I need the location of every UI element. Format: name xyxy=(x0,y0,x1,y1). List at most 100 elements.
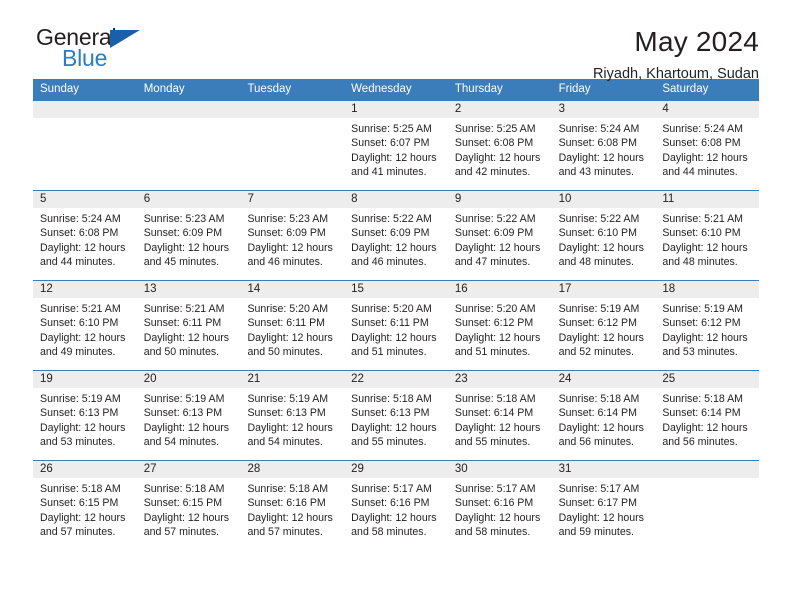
daylight-text-line1: Daylight: 12 hours xyxy=(454,241,541,254)
daylight-text-line2: and 56 minutes. xyxy=(558,436,634,449)
day-cell[interactable]: 29 Sunrise: 5:17 AM Sunset: 6:16 PM Dayl… xyxy=(344,461,448,550)
day-cell[interactable]: 6 Sunrise: 5:23 AM Sunset: 6:09 PM Dayli… xyxy=(136,191,241,280)
week-row: 12 Sunrise: 5:21 AM Sunset: 6:10 PM Dayl… xyxy=(33,280,760,370)
day-number xyxy=(33,101,137,118)
day-cell[interactable]: 25 Sunrise: 5:18 AM Sunset: 6:14 PM Dayl… xyxy=(655,371,760,460)
day-number: 21 xyxy=(240,371,345,388)
day-number: 7 xyxy=(240,191,345,208)
day-cell[interactable]: 26 Sunrise: 5:18 AM Sunset: 6:15 PM Dayl… xyxy=(33,461,137,550)
day-cell[interactable]: 31 Sunrise: 5:17 AM Sunset: 6:17 PM Dayl… xyxy=(551,461,656,550)
day-cell[interactable]: 23 Sunrise: 5:18 AM Sunset: 6:14 PM Dayl… xyxy=(447,371,552,460)
sunrise-text: Sunrise: 5:18 AM xyxy=(662,393,743,405)
day-cell[interactable]: 20 Sunrise: 5:19 AM Sunset: 6:13 PM Dayl… xyxy=(136,371,241,460)
day-cell[interactable]: 8 Sunrise: 5:22 AM Sunset: 6:09 PM Dayli… xyxy=(344,191,448,280)
daylight-text-line2: and 43 minutes. xyxy=(558,166,634,179)
daylight-text-line1: Daylight: 12 hours xyxy=(40,511,126,524)
sunrise-text: Sunrise: 5:21 AM xyxy=(143,303,225,315)
day-cell[interactable]: 30 Sunrise: 5:17 AM Sunset: 6:16 PM Dayl… xyxy=(447,461,552,550)
sunrise-text: Sunrise: 5:19 AM xyxy=(247,393,329,405)
sunset-text: Sunset: 6:13 PM xyxy=(351,407,430,420)
day-cell[interactable]: 1 Sunrise: 5:25 AM Sunset: 6:07 PM Dayli… xyxy=(344,101,448,190)
weekday-sunday: Sunday xyxy=(40,83,80,95)
day-cell[interactable]: 9 Sunrise: 5:22 AM Sunset: 6:09 PM Dayli… xyxy=(447,191,552,280)
day-cell[interactable]: 2 Sunrise: 5:25 AM Sunset: 6:08 PM Dayli… xyxy=(447,101,552,190)
day-number: 30 xyxy=(447,461,552,478)
day-cell[interactable] xyxy=(240,101,345,190)
sunrise-text: Sunrise: 5:20 AM xyxy=(247,303,329,315)
day-details: Sunrise: 5:18 AM Sunset: 6:13 PM Dayligh… xyxy=(344,388,448,450)
day-details: Sunrise: 5:19 AM Sunset: 6:13 PM Dayligh… xyxy=(33,388,137,450)
general-blue-logo[interactable]: General Blue xyxy=(33,26,163,74)
daylight-text-line2: and 41 minutes. xyxy=(351,166,427,179)
day-cell[interactable]: 7 Sunrise: 5:23 AM Sunset: 6:09 PM Dayli… xyxy=(240,191,345,280)
day-details: Sunrise: 5:17 AM Sunset: 6:16 PM Dayligh… xyxy=(448,478,552,540)
day-cell[interactable]: 21 Sunrise: 5:19 AM Sunset: 6:13 PM Dayl… xyxy=(240,371,345,460)
day-number: 3 xyxy=(551,101,656,118)
day-cell[interactable]: 13 Sunrise: 5:21 AM Sunset: 6:11 PM Dayl… xyxy=(136,281,241,370)
sunrise-text: Sunrise: 5:19 AM xyxy=(40,393,121,405)
day-cell[interactable]: 27 Sunrise: 5:18 AM Sunset: 6:15 PM Dayl… xyxy=(136,461,241,550)
day-details: Sunrise: 5:20 AM Sunset: 6:12 PM Dayligh… xyxy=(448,298,552,360)
sunset-text: Sunset: 6:10 PM xyxy=(40,317,119,330)
day-cell[interactable] xyxy=(136,101,241,190)
weekday-tuesday: Tuesday xyxy=(247,83,292,95)
daylight-text-line2: and 51 minutes. xyxy=(351,346,427,359)
day-number: 1 xyxy=(344,101,448,118)
day-cell[interactable]: 17 Sunrise: 5:19 AM Sunset: 6:12 PM Dayl… xyxy=(551,281,656,370)
sunrise-text: Sunrise: 5:22 AM xyxy=(454,213,536,225)
day-cell[interactable]: 15 Sunrise: 5:20 AM Sunset: 6:11 PM Dayl… xyxy=(344,281,448,370)
day-cell[interactable]: 10 Sunrise: 5:22 AM Sunset: 6:10 PM Dayl… xyxy=(551,191,656,280)
day-details: Sunrise: 5:18 AM Sunset: 6:15 PM Dayligh… xyxy=(137,478,241,540)
sunset-text: Sunset: 6:11 PM xyxy=(143,317,222,330)
day-cell[interactable] xyxy=(33,101,137,190)
day-cell[interactable]: 4 Sunrise: 5:24 AM Sunset: 6:08 PM Dayli… xyxy=(655,101,760,190)
daylight-text-line1: Daylight: 12 hours xyxy=(454,511,541,524)
sunrise-text: Sunrise: 5:18 AM xyxy=(247,483,329,495)
day-cell[interactable]: 3 Sunrise: 5:24 AM Sunset: 6:08 PM Dayli… xyxy=(551,101,656,190)
day-details: Sunrise: 5:20 AM Sunset: 6:11 PM Dayligh… xyxy=(344,298,448,360)
sunrise-text: Sunrise: 5:19 AM xyxy=(143,393,225,405)
title-block: May 2024 Riyadh, Khartoum, Sudan xyxy=(593,26,759,83)
day-number: 27 xyxy=(136,461,241,478)
daylight-text-line1: Daylight: 12 hours xyxy=(558,241,644,254)
week-row: 26 Sunrise: 5:18 AM Sunset: 6:15 PM Dayl… xyxy=(33,460,760,550)
day-details: Sunrise: 5:19 AM Sunset: 6:12 PM Dayligh… xyxy=(552,298,656,360)
weekday-monday: Monday xyxy=(143,83,185,95)
day-details: Sunrise: 5:23 AM Sunset: 6:09 PM Dayligh… xyxy=(137,208,241,270)
day-details: Sunrise: 5:22 AM Sunset: 6:09 PM Dayligh… xyxy=(344,208,448,270)
day-cell[interactable]: 14 Sunrise: 5:20 AM Sunset: 6:11 PM Dayl… xyxy=(240,281,345,370)
daylight-text-line2: and 54 minutes. xyxy=(247,436,323,449)
daylight-text-line2: and 55 minutes. xyxy=(454,436,531,449)
day-details xyxy=(655,478,759,482)
sunrise-text: Sunrise: 5:22 AM xyxy=(558,213,640,225)
day-cell[interactable]: 12 Sunrise: 5:21 AM Sunset: 6:10 PM Dayl… xyxy=(33,281,137,370)
day-cell[interactable] xyxy=(655,461,760,550)
day-details: Sunrise: 5:17 AM Sunset: 6:17 PM Dayligh… xyxy=(552,478,656,540)
day-cell[interactable]: 22 Sunrise: 5:18 AM Sunset: 6:13 PM Dayl… xyxy=(344,371,448,460)
daylight-text-line1: Daylight: 12 hours xyxy=(662,151,748,164)
day-cell[interactable]: 18 Sunrise: 5:19 AM Sunset: 6:12 PM Dayl… xyxy=(655,281,760,370)
day-cell[interactable]: 11 Sunrise: 5:21 AM Sunset: 6:10 PM Dayl… xyxy=(655,191,760,280)
day-cell[interactable]: 28 Sunrise: 5:18 AM Sunset: 6:16 PM Dayl… xyxy=(240,461,345,550)
week-row: 19 Sunrise: 5:19 AM Sunset: 6:13 PM Dayl… xyxy=(33,370,760,460)
sunset-text: Sunset: 6:16 PM xyxy=(351,497,430,510)
day-details: Sunrise: 5:18 AM Sunset: 6:14 PM Dayligh… xyxy=(655,388,759,450)
sunset-text: Sunset: 6:09 PM xyxy=(247,227,326,240)
day-number: 2 xyxy=(447,101,552,118)
daylight-text-line1: Daylight: 12 hours xyxy=(454,421,541,434)
daylight-text-line1: Daylight: 12 hours xyxy=(40,421,126,434)
day-cell[interactable]: 16 Sunrise: 5:20 AM Sunset: 6:12 PM Dayl… xyxy=(447,281,552,370)
day-number xyxy=(136,101,241,118)
sunset-text: Sunset: 6:11 PM xyxy=(351,317,429,330)
page-title: May 2024 xyxy=(634,26,759,57)
day-details: Sunrise: 5:24 AM Sunset: 6:08 PM Dayligh… xyxy=(655,118,759,180)
day-cell[interactable]: 5 Sunrise: 5:24 AM Sunset: 6:08 PM Dayli… xyxy=(33,191,137,280)
day-cell[interactable]: 24 Sunrise: 5:18 AM Sunset: 6:14 PM Dayl… xyxy=(551,371,656,460)
day-number: 24 xyxy=(551,371,656,388)
daylight-text-line2: and 56 minutes. xyxy=(662,436,738,449)
day-details: Sunrise: 5:25 AM Sunset: 6:08 PM Dayligh… xyxy=(448,118,552,180)
sunrise-text: Sunrise: 5:21 AM xyxy=(662,213,743,225)
day-cell[interactable]: 19 Sunrise: 5:19 AM Sunset: 6:13 PM Dayl… xyxy=(33,371,137,460)
day-number: 5 xyxy=(33,191,137,208)
sunrise-text: Sunrise: 5:18 AM xyxy=(143,483,225,495)
